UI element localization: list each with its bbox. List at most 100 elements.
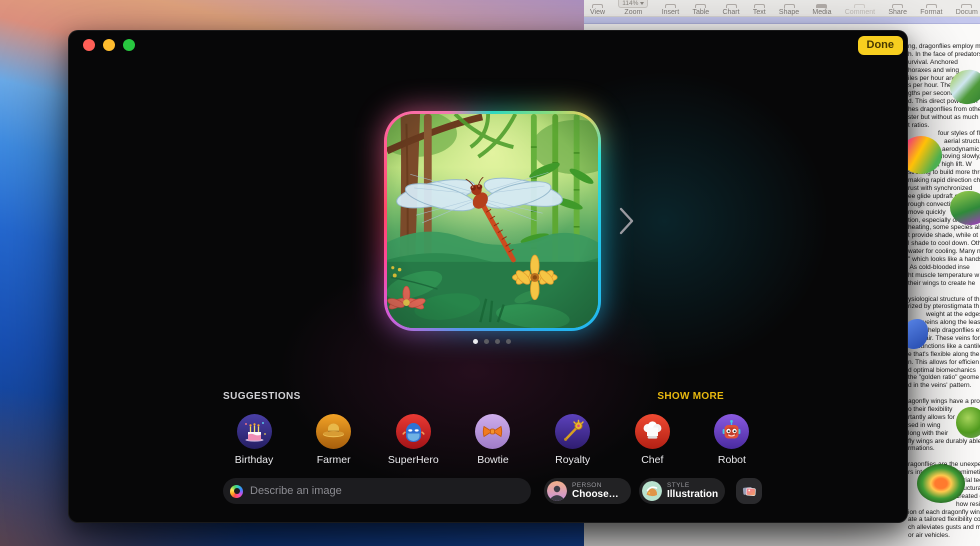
- suggestion-chip-chef[interactable]: Chef: [617, 414, 687, 466]
- document-text-line: d in the veins' pattern.: [908, 382, 980, 390]
- prompt-bar: PERSON Choose… STYLE Illustration: [223, 478, 763, 504]
- person-picker-label: PERSON: [572, 482, 619, 489]
- robot-head-icon: [714, 414, 749, 449]
- suggestion-chip-robot[interactable]: Robot: [697, 414, 767, 466]
- toolbar-item-format[interactable]: Format: [920, 4, 942, 17]
- done-button[interactable]: Done: [858, 36, 904, 55]
- media-icon: [816, 4, 827, 8]
- suggestion-chip-label: SuperHero: [388, 454, 439, 466]
- toolbar-item-shape[interactable]: Shape: [779, 4, 799, 17]
- carousel-dot-4[interactable]: [506, 339, 511, 344]
- close-button[interactable]: [83, 39, 95, 51]
- document-text-line: making rapid direction cha: [908, 177, 980, 185]
- next-image-button[interactable]: [619, 207, 635, 235]
- suggestions-heading: SUGGESTIONS: [223, 391, 301, 402]
- generated-image-card[interactable]: [384, 111, 601, 331]
- suggestion-chip-bowtie[interactable]: Bowtie: [458, 414, 528, 466]
- document-text-line: the "golden ratio" geome: [908, 374, 980, 382]
- desktop: View 114% Zoom Insert Table: [0, 0, 980, 546]
- carousel-dot-2[interactable]: [484, 339, 489, 344]
- view-icon: [592, 4, 603, 8]
- table-icon: [695, 4, 706, 8]
- toolbar-item-media[interactable]: Media: [812, 4, 831, 17]
- document-text-line: n. This allows for efficien: [908, 359, 980, 367]
- text-icon: [754, 4, 765, 8]
- doc-inline-image-green-beetle: [956, 407, 980, 438]
- suggestion-chip-label: Birthday: [235, 454, 274, 466]
- document-text-line: ion of each dragonfly wing: [908, 509, 980, 517]
- document-text-line: ster but without as much: [908, 114, 980, 122]
- document-text-line: h. In the face of predators: [908, 51, 980, 59]
- document-text-line: ng, dragonflies employ m: [908, 43, 980, 51]
- comment-icon: [854, 4, 865, 8]
- prompt-field[interactable]: [223, 478, 531, 504]
- style-picker-value: Illustration: [667, 489, 716, 500]
- birthday-cake-icon: [237, 414, 272, 449]
- person-picker[interactable]: PERSON Choose…: [544, 478, 631, 504]
- toolbar-item-chart[interactable]: Chart: [722, 4, 739, 17]
- photos-picker-button[interactable]: [736, 478, 762, 504]
- document-text-line: fly wings are durably able: [908, 438, 980, 446]
- suggestion-chip-birthday[interactable]: Birthday: [219, 414, 289, 466]
- document-text-line: weight at the edges: [908, 311, 980, 319]
- chef-hat-icon: [635, 414, 670, 449]
- shape-icon: [784, 4, 795, 8]
- document-text-line: ch alleviates gusts and mi: [908, 524, 980, 532]
- document-text-line: or air vehicles.: [908, 532, 980, 540]
- suggestion-chip-label: Chef: [641, 454, 663, 466]
- pages-toolbar: View 114% Zoom Insert Table: [584, 0, 980, 17]
- carousel-dots: [473, 339, 511, 344]
- document-text-line: agonfly wings have a prote: [908, 398, 980, 406]
- document-text-line: their wings to create he: [908, 280, 980, 288]
- show-more-button[interactable]: SHOW MORE: [657, 391, 724, 402]
- suggestion-chip-royalty[interactable]: Royalty: [538, 414, 608, 466]
- document-text-line: [908, 453, 980, 461]
- document-text-line: ht muscle temperature w: [908, 272, 980, 280]
- suggestion-chip-label: Royalty: [555, 454, 590, 466]
- carousel-dot-3[interactable]: [495, 339, 500, 344]
- document-text-line: rized by pterostigmata th: [908, 303, 980, 311]
- chevron-down-icon: [640, 2, 644, 5]
- minimize-button[interactable]: [103, 39, 115, 51]
- document-text-line: l shade to cool down. Oth: [908, 240, 980, 248]
- toolbar-item-insert[interactable]: Insert: [662, 4, 680, 17]
- document-text-line: urvival. Anchored: [908, 59, 980, 67]
- generated-image-dragonfly: [387, 114, 598, 328]
- farmer-hat-icon: [316, 414, 351, 449]
- person-picker-value: Choose…: [572, 489, 619, 500]
- insert-icon: [665, 4, 676, 8]
- illustration-style-icon: [642, 481, 662, 501]
- toolbar-item-view[interactable]: View: [590, 4, 605, 17]
- suggestion-chip-label: Farmer: [317, 454, 351, 466]
- doc-inline-image-colorful-beetle: [917, 464, 965, 503]
- suggestion-chips: Birthday Farmer: [219, 414, 767, 466]
- document-text-line: e that's flexible along the: [908, 351, 980, 359]
- window-controls: [83, 39, 135, 51]
- document-text-line: t ratios.: [908, 122, 980, 130]
- toolbar-item-table[interactable]: Table: [692, 4, 709, 17]
- toolbar-item-zoom[interactable]: 114% Zoom: [618, 0, 648, 17]
- toolbar-item-share[interactable]: Share: [888, 4, 907, 17]
- style-picker[interactable]: STYLE Illustration: [639, 478, 725, 504]
- bowtie-icon: [475, 414, 510, 449]
- suggestion-chip-farmer[interactable]: Farmer: [299, 414, 369, 466]
- document-text-line: rmations.: [908, 445, 980, 453]
- prompt-input[interactable]: [250, 485, 531, 497]
- photos-stack-icon: [742, 484, 757, 499]
- document-icon: [961, 4, 972, 8]
- document-text-line: hes dragonflies from othe: [908, 106, 980, 114]
- document-text-line: ate a tailored flexibility co: [908, 516, 980, 524]
- zoom-window-button[interactable]: [123, 39, 135, 51]
- document-text-line: " which looks like a hands: [908, 256, 980, 264]
- zoom-dropdown[interactable]: 114%: [618, 0, 648, 8]
- carousel-dot-1[interactable]: [473, 339, 478, 344]
- suggestion-chip-superhero[interactable]: SuperHero: [378, 414, 448, 466]
- suggestion-chip-label: Bowtie: [477, 454, 509, 466]
- toolbar-item-text[interactable]: Text: [753, 4, 766, 17]
- pages-ruler: [584, 17, 980, 24]
- format-icon: [926, 4, 937, 8]
- scepter-icon: [555, 414, 590, 449]
- style-picker-label: STYLE: [667, 482, 716, 489]
- toolbar-item-document[interactable]: Docum: [956, 4, 978, 17]
- document-text-line: d optimal biomechanics: [908, 367, 980, 375]
